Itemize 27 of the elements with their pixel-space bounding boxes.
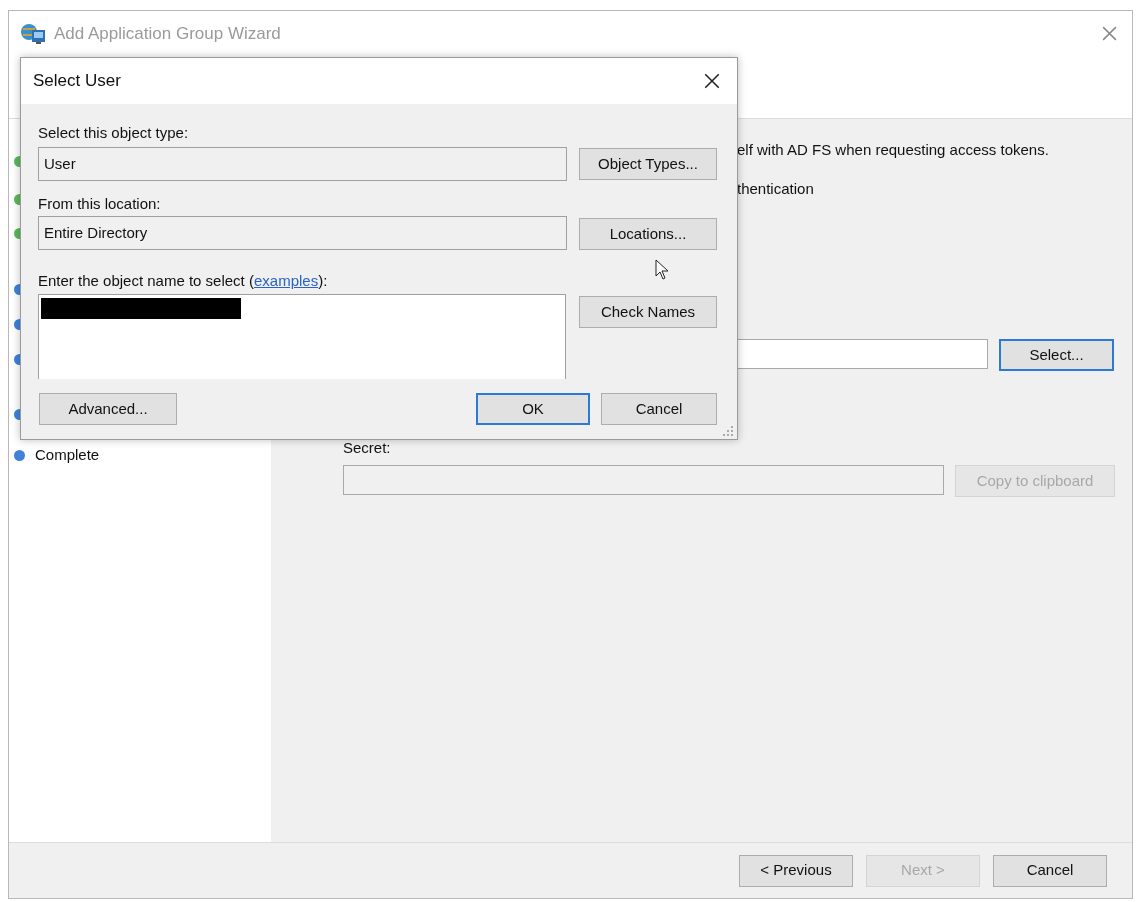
field-label: From this location:: [38, 194, 161, 214]
mouse-cursor-icon: [655, 259, 669, 280]
locations-button[interactable]: Locations...: [579, 218, 717, 250]
description-text: elf with AD FS when requesting access tokens.: [737, 140, 1049, 160]
field-label: Select this object type:: [38, 123, 189, 143]
examples-link[interactable]: examples: [253, 272, 319, 289]
dialog-button[interactable]: OK: [476, 393, 590, 425]
advanced-button[interactable]: Advanced...: [39, 393, 177, 425]
description-text: thentication: [737, 179, 814, 199]
wizard-button[interactable]: Cancel: [993, 854, 1107, 887]
object-types-button[interactable]: Object Types...: [579, 148, 717, 180]
location-field[interactable]: Entire Directory: [38, 216, 567, 250]
wizard-button[interactable]: < Previous: [739, 854, 853, 887]
app-icon: [20, 22, 46, 45]
select-button[interactable]: Select...: [999, 339, 1114, 371]
resize-grip-icon: [722, 425, 734, 437]
dialog-button[interactable]: Cancel: [601, 393, 717, 425]
name-field[interactable]: [38, 294, 566, 379]
secret-field[interactable]: [343, 465, 944, 495]
object-type-field[interactable]: User: [38, 147, 567, 181]
close-icon[interactable]: [703, 72, 721, 90]
step-label[interactable]: Complete: [35, 444, 100, 467]
dialog-title: Select User: [33, 70, 121, 93]
check-names-button[interactable]: Check Names: [579, 296, 717, 328]
secret-label: Secret:: [343, 438, 391, 458]
field-label: Enter the object name to select (examples):: [38, 271, 328, 291]
window-title: Add Application Group Wizard: [54, 22, 281, 45]
